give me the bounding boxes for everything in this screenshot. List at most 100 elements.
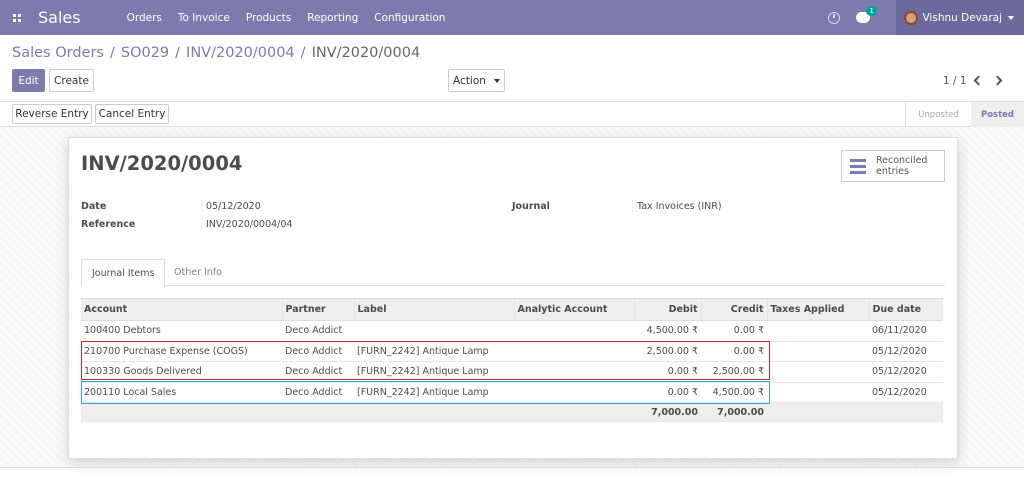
column-header-account[interactable]: Account	[81, 298, 282, 321]
status-bar: Reverse Entry Cancel Entry Unposted Post…	[0, 101, 1024, 127]
table-row[interactable]: 100330 Goods Delivered Deco Addict [FURN…	[81, 361, 943, 383]
menu-item-configuration[interactable]: Configuration	[374, 12, 445, 24]
clock-icon[interactable]	[828, 11, 841, 24]
notebook-tabs: Journal Items Other Info	[81, 259, 945, 287]
cell-account: 200110 Local Sales	[81, 382, 282, 403]
column-header-due-date[interactable]: Due date	[868, 298, 943, 321]
menu-item-products[interactable]: Products	[246, 12, 291, 24]
form-sheet: INV/2020/0004 Reconciled entries Date 05…	[68, 137, 958, 459]
cell-label: [FURN_2242] Antique Lamp	[354, 382, 514, 403]
breadcrumb-separator: /	[109, 45, 115, 61]
chevron-right-icon[interactable]	[992, 75, 1003, 86]
caret-down-icon	[493, 78, 500, 83]
cell-taxes-applied	[767, 361, 869, 383]
cell-label: [FURN_2242] Antique Lamp	[354, 361, 514, 383]
total-debit: 7,000.00	[634, 402, 701, 422]
apps-grid-icon[interactable]	[2, 0, 32, 35]
cell-account: 100330 Goods Delivered	[81, 361, 282, 383]
column-header-label[interactable]: Label	[353, 298, 514, 321]
cell-due-date: 06/11/2020	[869, 320, 943, 342]
user-name: Vishnu Devaraj	[922, 11, 1002, 24]
edit-button[interactable]: Edit	[12, 69, 45, 92]
menu-item-reporting[interactable]: Reporting	[307, 12, 358, 24]
table-row[interactable]: 200110 Local Sales Deco Addict [FURN_224…	[81, 382, 943, 403]
cell-due-date: 05/12/2020	[869, 341, 943, 362]
reconciled-entries-label: Reconciled entries	[876, 155, 928, 177]
breadcrumb: Sales Orders / SO029 / INV/2020/0004 / I…	[12, 45, 420, 61]
table-row[interactable]: 100400 Debtors Deco Addict 4,500.00 ₹ 0.…	[81, 320, 943, 342]
tab-other-info[interactable]: Other Info	[164, 259, 232, 286]
page-title: INV/2020/0004	[81, 152, 243, 175]
cell-credit: 0.00 ₹	[701, 320, 767, 342]
breadcrumb-invoice[interactable]: INV/2020/0004	[186, 45, 295, 61]
journal-items-table: Account Partner Label Analytic Account D…	[81, 298, 943, 422]
breadcrumb-separator: /	[300, 45, 306, 61]
cell-taxes-applied	[767, 341, 869, 362]
cell-partner: Deco Addict	[282, 320, 354, 342]
total-credit: 7,000.00	[701, 402, 767, 422]
column-header-partner[interactable]: Partner	[281, 298, 354, 321]
table-row[interactable]: 210700 Purchase Expense (COGS) Deco Addi…	[81, 341, 943, 362]
journal-value: Tax Invoices (INR)	[632, 201, 722, 212]
cell-analytic-account	[514, 320, 634, 342]
cell-account: 100400 Debtors	[81, 320, 282, 342]
date-label: Date	[81, 201, 107, 212]
cell-label	[354, 320, 514, 342]
cell-partner: Deco Addict	[282, 341, 354, 362]
reference-value: INV/2020/0004/04	[201, 219, 292, 230]
cell-due-date: 05/12/2020	[869, 382, 943, 403]
stage-posted[interactable]: Posted	[971, 102, 1024, 127]
cell-credit: 0.00 ₹	[701, 341, 767, 362]
cell-analytic-account	[514, 382, 634, 403]
list-icon	[850, 158, 866, 174]
cell-debit: 0.00 ₹	[634, 382, 701, 403]
tab-journal-items[interactable]: Journal Items	[81, 259, 166, 287]
chat-badge: 1	[866, 6, 877, 16]
menu-item-to-invoice[interactable]: To Invoice	[178, 12, 230, 24]
cell-taxes-applied	[767, 320, 869, 342]
app-brand[interactable]: Sales	[38, 8, 81, 27]
cell-label: [FURN_2242] Antique Lamp	[354, 341, 514, 362]
breadcrumb-sales-orders[interactable]: Sales Orders	[12, 45, 104, 61]
cell-credit: 2,500.00 ₹	[701, 361, 767, 383]
caret-down-icon	[1008, 15, 1014, 20]
totals-row: 7,000.00 7,000.00	[81, 402, 943, 422]
menu-item-orders[interactable]: Orders	[127, 12, 162, 24]
column-header-analytic-account[interactable]: Analytic Account	[513, 298, 634, 321]
cell-debit: 2,500.00 ₹	[634, 341, 701, 362]
reference-label: Reference	[81, 219, 136, 230]
pager-value[interactable]: 1 / 1	[943, 75, 967, 87]
breadcrumb-so[interactable]: SO029	[121, 45, 169, 61]
top-navbar: Sales Orders To Invoice Products Reporti…	[0, 0, 1024, 35]
cell-analytic-account	[514, 361, 634, 383]
date-value: 05/12/2020	[201, 201, 261, 212]
cell-due-date: 05/12/2020	[869, 361, 943, 383]
create-button[interactable]: Create	[49, 69, 94, 92]
chat-icon[interactable]: 1	[856, 6, 877, 23]
navbar-right: 1 Vishnu Devaraj	[828, 0, 1024, 35]
table-header-row: Account Partner Label Analytic Account D…	[81, 298, 943, 321]
stage-unposted[interactable]: Unposted	[905, 102, 971, 127]
journal-label: Journal	[512, 201, 550, 212]
reconciled-entries-button[interactable]: Reconciled entries	[841, 150, 945, 182]
user-menu[interactable]: Vishnu Devaraj	[896, 0, 1024, 35]
column-header-taxes-applied[interactable]: Taxes Applied	[766, 298, 869, 321]
cell-debit: 4,500.00 ₹	[634, 320, 701, 342]
column-header-debit[interactable]: Debit	[633, 298, 701, 321]
cell-taxes-applied	[767, 382, 869, 403]
column-header-credit[interactable]: Credit	[700, 298, 767, 321]
breadcrumb-separator: /	[175, 45, 181, 61]
reverse-entry-button[interactable]: Reverse Entry	[12, 104, 92, 124]
breadcrumb-current: INV/2020/0004	[311, 45, 421, 61]
cell-partner: Deco Addict	[282, 361, 354, 383]
chevron-left-icon[interactable]	[973, 75, 984, 86]
cancel-entry-button[interactable]: Cancel Entry	[95, 104, 169, 124]
action-label: Action	[453, 74, 486, 87]
footer-area	[0, 467, 1024, 486]
cell-credit: 4,500.00 ₹	[701, 382, 767, 403]
cell-account: 210700 Purchase Expense (COGS)	[81, 341, 282, 362]
cell-debit: 0.00 ₹	[634, 361, 701, 383]
action-dropdown[interactable]: Action	[448, 69, 505, 92]
cell-analytic-account	[514, 341, 634, 362]
main-menu: Orders To Invoice Products Reporting Con…	[127, 12, 462, 24]
